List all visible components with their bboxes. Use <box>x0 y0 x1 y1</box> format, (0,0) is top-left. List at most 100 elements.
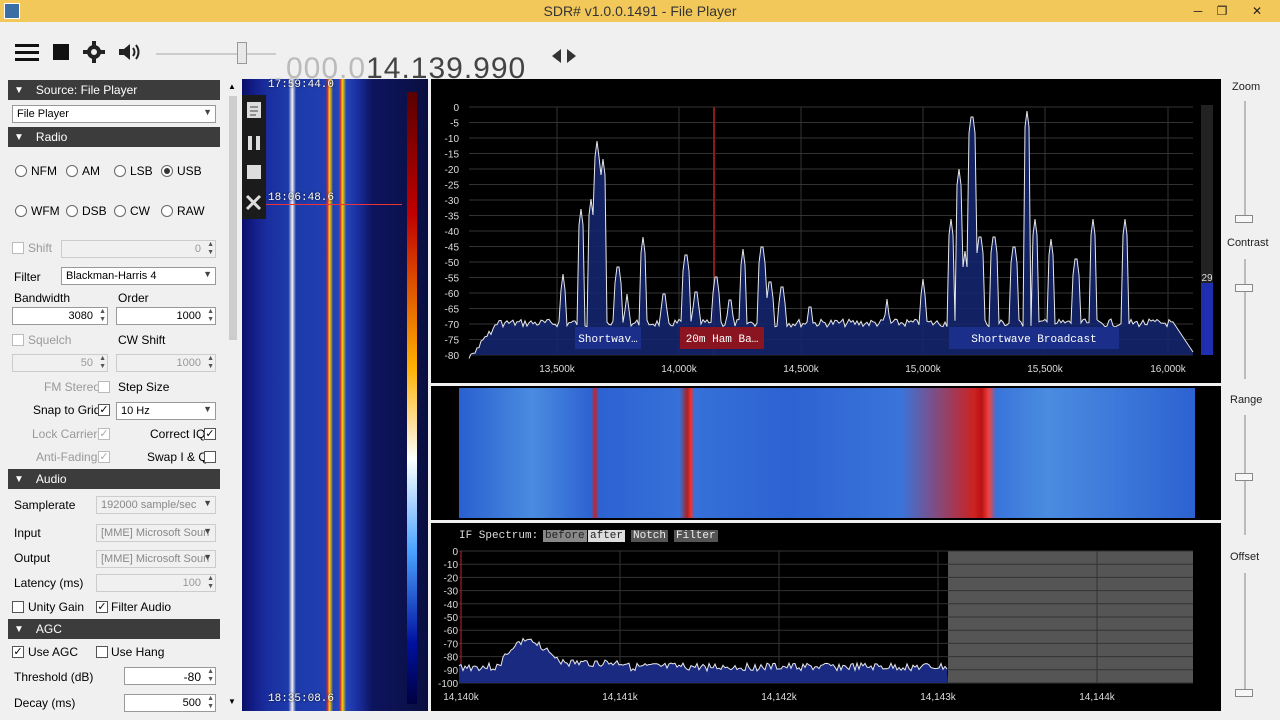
latency-label: Latency (ms) <box>14 576 84 590</box>
radio-nfm-label: NFM <box>31 164 57 178</box>
agc-header[interactable]: ▼ AGC <box>8 619 220 639</box>
contrast-label: Contrast <box>1227 237 1269 249</box>
band-plan-label: Shortwave Broadcast <box>971 334 1096 346</box>
if-spectrum[interactable]: 0 -10 -20 -30 -40 -50 -60 -70 -80 -90 -100 14,140k 1… <box>431 523 1221 711</box>
radio-usb[interactable] <box>161 165 173 177</box>
unitygain-checkbox[interactable] <box>12 601 24 613</box>
spectrum-db-tick: -70 <box>445 320 460 331</box>
decay-field[interactable]: 500 ▲ ▼ <box>124 694 216 712</box>
if-db-tick: -30 <box>444 587 459 598</box>
frequency-arrows-icon[interactable] <box>552 48 576 67</box>
if-db-tick: -20 <box>444 573 459 584</box>
fmstereo-checkbox[interactable] <box>98 381 110 393</box>
spectrum-analyzer[interactable]: 0 -5 -10 -15 -20 -25 -30 -35 -40 -45 -50 -55 -60 -65 -… <box>431 79 1221 383</box>
stop-icon[interactable] <box>52 40 70 64</box>
if-notch-button[interactable]: Notch <box>631 530 669 542</box>
radio-am[interactable] <box>66 165 78 177</box>
stepsize-select[interactable]: 10 Hz ▼ <box>116 402 216 420</box>
range-label: Range <box>1230 394 1263 406</box>
squelch-checkbox[interactable] <box>12 334 24 346</box>
source-header[interactable]: ▼ Source: File Player <box>8 80 220 100</box>
contrast-slider[interactable] <box>1244 259 1246 379</box>
audio-header[interactable]: ▼ Audio <box>8 469 220 489</box>
waterfall-colorbar <box>407 92 417 704</box>
scroll-up-icon[interactable]: ▲ <box>228 82 236 91</box>
zoom-label: Zoom <box>1232 81 1261 93</box>
threshold-field[interactable]: -80 ▲ ▼ <box>124 667 216 685</box>
order-field[interactable]: 1000 ▲ ▼ <box>116 307 216 325</box>
zoom-slider[interactable] <box>1244 101 1246 221</box>
side-waterfall[interactable] <box>242 79 428 711</box>
volume-slider-thumb[interactable] <box>237 42 247 64</box>
band-plan-label: 20m Ham Ba… <box>686 334 759 346</box>
shift-field[interactable]: 0 ▲ ▼ <box>61 240 216 258</box>
toolbar: 000.014.139.990 <box>0 22 1280 85</box>
gear-icon[interactable] <box>82 40 106 64</box>
stop-playback-icon[interactable] <box>247 165 261 182</box>
source-select[interactable]: File Player ▼ <box>12 105 216 123</box>
spectrum-db-tick: -55 <box>445 274 460 285</box>
notes-icon[interactable] <box>246 101 262 122</box>
shift-checkbox[interactable] <box>12 242 24 254</box>
output-select[interactable]: [MME] Microsoft Soun ▼ <box>96 550 216 568</box>
filter-select[interactable]: Blackman-Harris 4 ▼ <box>61 267 216 285</box>
minimize-button[interactable]: ─ <box>1185 0 1211 22</box>
spectrum-db-tick: -20 <box>445 165 460 176</box>
volume-slider-track[interactable] <box>156 53 276 55</box>
samplerate-select[interactable]: 192000 sample/sec ▼ <box>96 496 216 514</box>
input-label: Input <box>14 526 41 540</box>
if-after-button[interactable]: after <box>588 530 626 542</box>
timestamp-bottom: 18:35:08.6 <box>268 693 335 705</box>
if-db-tick: 0 <box>452 547 458 558</box>
offset-slider-thumb[interactable] <box>1235 689 1253 697</box>
tools-icon[interactable] <box>245 193 263 214</box>
if-db-tick: -10 <box>444 560 459 571</box>
antifading-label: Anti-Fading <box>36 450 98 464</box>
latency-field[interactable]: 100 ▲ ▼ <box>96 574 216 592</box>
filteraudio-checkbox[interactable]: ✓ <box>96 601 108 613</box>
pause-icon[interactable] <box>247 135 261 154</box>
hamburger-icon[interactable] <box>14 40 40 64</box>
if-before-button[interactable]: before <box>543 530 587 542</box>
zoom-slider-thumb[interactable] <box>1235 215 1253 223</box>
offset-label: Offset <box>1230 551 1260 563</box>
snap-checkbox[interactable]: ✓ <box>98 404 110 416</box>
if-freq-tick: 14,143k <box>920 692 957 703</box>
swapiq-checkbox[interactable] <box>204 451 216 463</box>
offset-slider[interactable] <box>1244 573 1246 693</box>
radio-dsb[interactable] <box>66 205 78 217</box>
radio-cw[interactable] <box>114 205 126 217</box>
if-freq-tick: 14,140k <box>443 692 480 703</box>
close-button[interactable]: ✕ <box>1240 0 1274 22</box>
if-filter-button[interactable]: Filter <box>674 530 718 542</box>
timestamp-top: 17:59:44.0 <box>268 79 335 91</box>
spectrum-plot: 0 -5 -10 -15 -20 -25 -30 -35 -40 -45 -50 -55 -60 -65 -… <box>445 103 1213 375</box>
speaker-icon[interactable] <box>116 40 142 64</box>
cwshift-label: CW Shift <box>118 333 166 347</box>
if-db-tick: -70 <box>444 639 459 650</box>
bandwidth-field[interactable]: 3080 ▲ ▼ <box>12 307 108 325</box>
if-db-tick: -100 <box>438 679 458 690</box>
range-slider-thumb[interactable] <box>1235 473 1253 481</box>
radio-header[interactable]: ▼ Radio <box>8 127 220 147</box>
input-select[interactable]: [MME] Microsoft Soun ▼ <box>96 524 216 542</box>
contrast-slider-thumb[interactable] <box>1235 284 1253 292</box>
lockcarrier-checkbox[interactable]: ✓ <box>98 428 110 440</box>
useagc-checkbox[interactable]: ✓ <box>12 646 24 658</box>
spectrum-db-tick: -75 <box>445 336 460 347</box>
filteraudio-label: Filter Audio <box>111 600 172 614</box>
panel-scrollbar-thumb[interactable] <box>229 96 237 340</box>
scroll-down-icon[interactable]: ▼ <box>228 697 236 706</box>
radio-raw[interactable] <box>161 205 173 217</box>
usehang-checkbox[interactable] <box>96 646 108 658</box>
radio-lsb[interactable] <box>114 165 126 177</box>
squelch-field[interactable]: 50 ▲ ▼ <box>12 354 108 372</box>
maximize-button[interactable]: ❐ <box>1209 0 1235 22</box>
correctiq-checkbox[interactable]: ✓ <box>204 428 216 440</box>
cwshift-field[interactable]: 1000 ▲ ▼ <box>116 354 216 372</box>
radio-wfm[interactable] <box>15 205 27 217</box>
main-waterfall[interactable] <box>431 386 1221 520</box>
radio-nfm[interactable] <box>15 165 27 177</box>
antifading-checkbox[interactable]: ✓ <box>98 451 110 463</box>
useagc-label: Use AGC <box>28 645 79 659</box>
